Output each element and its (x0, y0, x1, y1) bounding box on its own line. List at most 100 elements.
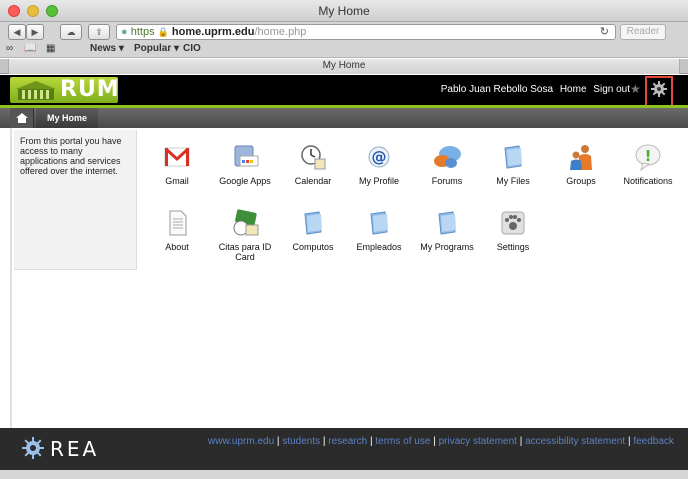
forward-button[interactable]: ▶ (26, 24, 44, 40)
document-icon (169, 210, 187, 236)
app-forums[interactable]: Forums (412, 142, 482, 186)
app-label: Empleados (356, 242, 402, 252)
window-title: My Home (318, 4, 370, 18)
back-button[interactable]: ◀ (8, 24, 26, 40)
link-separator: | (369, 436, 373, 447)
link-separator: | (276, 436, 280, 447)
rea-logo[interactable]: REA (20, 434, 120, 462)
link-separator: | (627, 436, 631, 447)
paw-settings-icon (501, 211, 525, 235)
svg-text:@: @ (372, 148, 387, 166)
app-google-apps[interactable]: Google Apps (210, 142, 280, 186)
rum-logo[interactable]: RUM (10, 77, 120, 103)
app-label: My Profile (358, 176, 399, 186)
folder-icon (304, 211, 322, 235)
house-icon (16, 113, 28, 123)
bookmarks-book-icon[interactable]: 📖 (24, 43, 36, 54)
app-label: Groups (566, 176, 596, 186)
icloud-tabs-button[interactable]: ☁ (60, 24, 82, 40)
signout-link[interactable]: Sign out (593, 84, 630, 95)
url-scheme: https (130, 26, 155, 38)
app-about[interactable]: About (142, 208, 212, 252)
at-sign-icon: @ (368, 146, 390, 168)
app-groups[interactable]: Groups (546, 142, 616, 186)
app-notifications[interactable]: ! Notifications (613, 142, 683, 186)
id-card-icon (233, 209, 259, 236)
app-my-files[interactable]: My Files (478, 142, 548, 186)
reload-icon[interactable]: ↻ (600, 25, 609, 39)
folder-icon (504, 145, 522, 169)
app-my-programs[interactable]: My Programs (412, 208, 482, 252)
footer-link-research[interactable]: research (328, 436, 367, 447)
calendar-icon (301, 145, 326, 170)
bookmark-cio[interactable]: CIO (183, 43, 201, 54)
star-icon[interactable]: ★ (630, 82, 641, 96)
reader-button[interactable]: Reader (620, 24, 666, 40)
footer-link-terms[interactable]: terms of use (375, 436, 430, 447)
app-label: Notifications (623, 176, 673, 186)
footer-links: www.uprm.edu | students | research | ter… (208, 436, 674, 447)
forums-bubble-icon (434, 146, 461, 168)
app-label: Gmail (165, 176, 189, 186)
reading-list-icon[interactable]: ∞ (6, 43, 13, 54)
browser-window: My Home ◀ ▶ ☁ ⇪ ● https 🔒 home.uprm.edu/… (0, 0, 688, 479)
site-favicon-icon: ● (121, 26, 128, 38)
logo-text: RUM (60, 77, 120, 102)
app-label: Citas para ID Card (218, 242, 272, 262)
link-separator: | (433, 436, 436, 447)
bookmark-popular[interactable]: Popular ▾ (134, 43, 179, 54)
exclamation-bubble-icon: ! (635, 144, 661, 172)
footer-bottom-bar (0, 470, 688, 479)
share-button[interactable]: ⇪ (88, 24, 110, 40)
portal-description: From this portal you have access to many… (14, 130, 137, 270)
url-path: /home.php (254, 26, 307, 38)
footer-link-privacy[interactable]: privacy statement (439, 436, 517, 447)
app-calendar[interactable]: Calendar (278, 142, 348, 186)
app-label: Settings (496, 242, 530, 252)
folder-icon (438, 211, 456, 235)
nav-bar (0, 108, 688, 128)
footer-link-uprm[interactable]: www.uprm.edu (208, 436, 274, 447)
app-label: My Files (496, 176, 530, 186)
address-bar[interactable]: ● https 🔒 home.uprm.edu/home.php ↻ (116, 24, 616, 40)
title-bar: My Home (0, 0, 688, 22)
building-icon (16, 81, 56, 100)
gmail-icon (164, 147, 190, 167)
bookmark-news[interactable]: News ▾ (90, 43, 124, 54)
app-label: About (165, 242, 189, 252)
people-icon (570, 145, 592, 170)
lock-icon: 🔒 (157, 27, 169, 37)
footer-link-feedback[interactable]: feedback (633, 436, 674, 447)
bookmarks-bar: ∞ 📖 ▦ News ▾ Popular ▾ CIO (0, 40, 688, 58)
app-label: Calendar (294, 176, 332, 186)
browser-toolbar: ◀ ▶ ☁ ⇪ ● https 🔒 home.uprm.edu/home.php… (0, 22, 688, 40)
app-label: Forums (431, 176, 463, 186)
link-separator: | (519, 436, 523, 447)
app-empleados[interactable]: Empleados (344, 208, 414, 252)
footer-link-students[interactable]: students (282, 436, 320, 447)
home-nav-button[interactable] (10, 108, 34, 128)
folder-icon (370, 211, 388, 235)
app-gmail[interactable]: Gmail (142, 142, 212, 186)
browser-tab[interactable]: My Home (8, 59, 680, 74)
content-edge (10, 128, 12, 428)
footer-link-accessibility[interactable]: accessibility statement (525, 436, 625, 447)
top-sites-grid-icon[interactable]: ▦ (46, 43, 55, 54)
svg-text:!: ! (645, 147, 652, 165)
tab-bar: My Home (0, 59, 688, 74)
url-host: home.uprm.edu (171, 26, 255, 38)
header-links: Pablo Juan Rebollo Sosa Home Sign out (437, 84, 630, 95)
home-link[interactable]: Home (560, 84, 587, 95)
app-label: Computos (292, 242, 334, 252)
app-settings[interactable]: Settings (478, 208, 548, 252)
app-citas-id-card[interactable]: Citas para ID Card (210, 208, 280, 262)
app-my-profile[interactable]: @ My Profile (344, 142, 414, 186)
settings-highlight-box (645, 76, 673, 107)
google-apps-icon (234, 145, 259, 167)
link-separator: | (322, 436, 326, 447)
user-name[interactable]: Pablo Juan Rebollo Sosa (441, 84, 553, 95)
app-computos[interactable]: Computos (278, 208, 348, 252)
app-label: My Programs (420, 242, 474, 252)
tab-my-home[interactable]: My Home (36, 108, 98, 128)
svg-text:REA: REA (50, 437, 99, 461)
